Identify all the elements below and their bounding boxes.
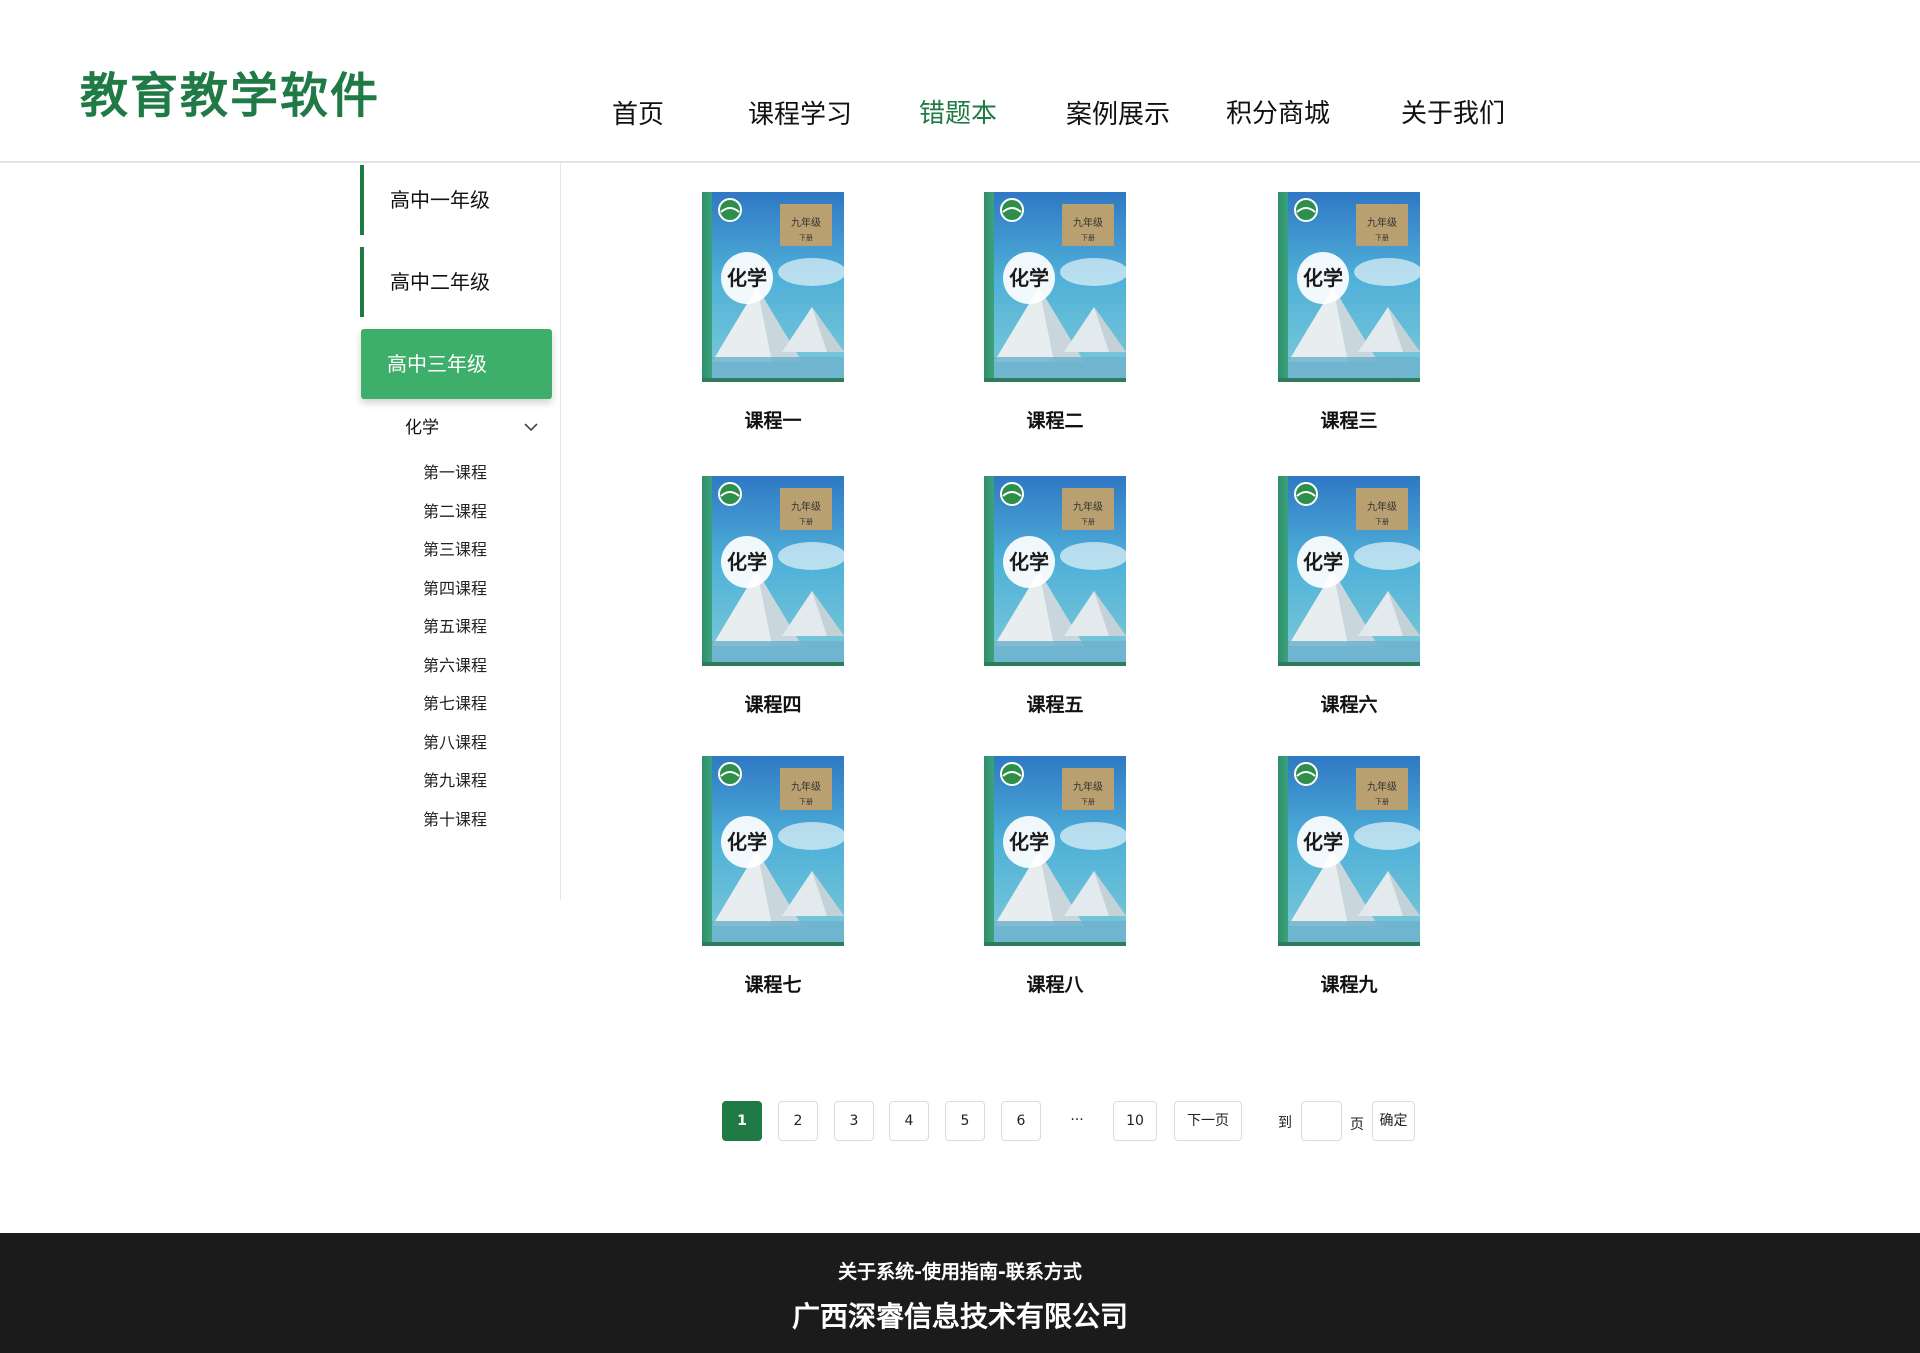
textbook-cover-image: 九年级 下册 化学 [702, 756, 844, 946]
textbook-cover-image: 九年级 下册 化学 [1278, 756, 1420, 946]
textbook-cover-image: 九年级 下册 化学 [984, 476, 1126, 666]
lesson-item[interactable]: 第九课程 [423, 767, 487, 791]
course-title[interactable]: 课程四 [688, 690, 858, 717]
next-page-button[interactable]: 下一页 [1174, 1101, 1242, 1141]
svg-text:九年级: 九年级 [1073, 500, 1103, 513]
course-title[interactable]: 课程三 [1264, 406, 1434, 433]
course-title[interactable]: 课程七 [688, 970, 858, 997]
nav-about-us[interactable]: 关于我们 [1401, 93, 1505, 130]
footer-links[interactable]: 关于系统-使用指南-联系方式 [0, 1257, 1920, 1284]
lesson-item[interactable]: 第八课程 [423, 729, 487, 753]
svg-text:下册: 下册 [799, 234, 813, 242]
svg-text:下册: 下册 [1081, 234, 1095, 242]
page-1-button[interactable]: 1 [722, 1101, 762, 1141]
page-ellipsis: ··· [1070, 1112, 1084, 1128]
nav-home[interactable]: 首页 [612, 94, 664, 131]
textbook-cover-image: 九年级 下册 化学 [984, 756, 1126, 946]
goto-suffix-label: 页 [1350, 1117, 1364, 1133]
svg-text:化学: 化学 [1303, 550, 1343, 574]
svg-text:下册: 下册 [799, 518, 813, 526]
svg-text:化学: 化学 [727, 830, 767, 854]
grade-sidebar: 高中一年级 高中二年级 高中三年级 化学 第一课程 第二课程 第三课程 第四课程… [360, 163, 561, 900]
nav-course-study[interactable]: 课程学习 [748, 94, 852, 131]
course-card[interactable]: 九年级 下册 化学 课程七 [688, 756, 848, 996]
lesson-item[interactable]: 第十课程 [423, 806, 487, 830]
course-card[interactable]: 九年级 下册 化学 课程一 [688, 192, 848, 432]
svg-text:九年级: 九年级 [791, 780, 821, 793]
lesson-item[interactable]: 第七课程 [423, 690, 487, 714]
svg-text:九年级: 九年级 [1367, 216, 1397, 229]
textbook-cover-image: 九年级 下册 化学 [1278, 476, 1420, 666]
goto-page-input[interactable] [1301, 1101, 1342, 1141]
confirm-goto-button[interactable]: 确定 [1372, 1101, 1415, 1141]
subject-label: 化学 [405, 418, 439, 438]
svg-text:化学: 化学 [1303, 266, 1343, 290]
subject-dropdown[interactable]: 化学 [405, 413, 540, 443]
svg-text:九年级: 九年级 [1367, 500, 1397, 513]
course-title[interactable]: 课程五 [970, 690, 1140, 717]
course-title[interactable]: 课程一 [688, 406, 858, 433]
svg-text:下册: 下册 [1081, 518, 1095, 526]
page-5-button[interactable]: 5 [945, 1101, 985, 1141]
grade-item-2[interactable]: 高中二年级 [360, 247, 551, 317]
nav-points-mall[interactable]: 积分商城 [1226, 93, 1330, 130]
svg-text:化学: 化学 [727, 266, 767, 290]
svg-text:九年级: 九年级 [791, 216, 821, 229]
svg-text:九年级: 九年级 [1073, 780, 1103, 793]
site-header: 教育教学软件 首页 课程学习 错题本 案例展示 积分商城 关于我们 [0, 0, 1920, 163]
course-card[interactable]: 九年级 下册 化学 课程八 [970, 756, 1130, 996]
page-10-button[interactable]: 10 [1113, 1101, 1157, 1141]
page-2-button[interactable]: 2 [778, 1101, 818, 1141]
svg-text:化学: 化学 [1009, 830, 1049, 854]
svg-text:下册: 下册 [1375, 234, 1389, 242]
svg-text:下册: 下册 [799, 798, 813, 806]
lesson-item[interactable]: 第二课程 [423, 498, 487, 522]
svg-text:下册: 下册 [1375, 798, 1389, 806]
lesson-item[interactable]: 第五课程 [423, 613, 487, 637]
course-title[interactable]: 课程二 [970, 406, 1140, 433]
course-card[interactable]: 九年级 下册 化学 课程三 [1264, 192, 1424, 432]
svg-text:化学: 化学 [1303, 830, 1343, 854]
textbook-cover-image: 九年级 下册 化学 [1278, 192, 1420, 382]
svg-text:化学: 化学 [1009, 266, 1049, 290]
svg-text:下册: 下册 [1081, 798, 1095, 806]
course-title[interactable]: 课程六 [1264, 690, 1434, 717]
grade-item-3-active[interactable]: 高中三年级 [361, 329, 552, 399]
lesson-item[interactable]: 第一课程 [423, 459, 487, 483]
svg-text:九年级: 九年级 [1367, 780, 1397, 793]
chevron-down-icon [524, 423, 538, 432]
textbook-cover-image: 九年级 下册 化学 [984, 192, 1126, 382]
course-card[interactable]: 九年级 下册 化学 课程九 [1264, 756, 1424, 996]
page-4-button[interactable]: 4 [889, 1101, 929, 1141]
footer-company-name: 广西深睿信息技术有限公司 [791, 1300, 1128, 1333]
nav-case-showcase[interactable]: 案例展示 [1066, 94, 1170, 131]
course-card[interactable]: 九年级 下册 化学 课程六 [1264, 476, 1424, 716]
lesson-item[interactable]: 第六课程 [423, 652, 487, 676]
svg-text:下册: 下册 [1375, 518, 1389, 526]
lesson-item[interactable]: 第四课程 [423, 575, 487, 599]
course-title[interactable]: 课程八 [970, 970, 1140, 997]
grade-item-1[interactable]: 高中一年级 [360, 165, 551, 235]
course-card[interactable]: 九年级 下册 化学 课程四 [688, 476, 848, 716]
svg-text:化学: 化学 [1009, 550, 1049, 574]
lesson-item[interactable]: 第三课程 [423, 536, 487, 560]
nav-mistake-book[interactable]: 错题本 [919, 93, 997, 130]
page-3-button[interactable]: 3 [834, 1101, 874, 1141]
site-logo[interactable]: 教育教学软件 [80, 56, 380, 126]
course-card[interactable]: 九年级 下册 化学 课程五 [970, 476, 1130, 716]
course-card[interactable]: 九年级 下册 化学 课程二 [970, 192, 1130, 432]
course-title[interactable]: 课程九 [1264, 970, 1434, 997]
textbook-cover-image: 九年级 下册 化学 [702, 192, 844, 382]
site-footer: 关于系统-使用指南-联系方式 广西深睿信息技术有限公司 [0, 1233, 1920, 1353]
textbook-cover-image: 九年级 下册 化学 [702, 476, 844, 666]
page-6-button[interactable]: 6 [1001, 1101, 1041, 1141]
svg-text:化学: 化学 [727, 550, 767, 574]
svg-text:九年级: 九年级 [1073, 216, 1103, 229]
goto-prefix-label: 到 [1278, 1115, 1292, 1131]
svg-text:九年级: 九年级 [791, 500, 821, 513]
